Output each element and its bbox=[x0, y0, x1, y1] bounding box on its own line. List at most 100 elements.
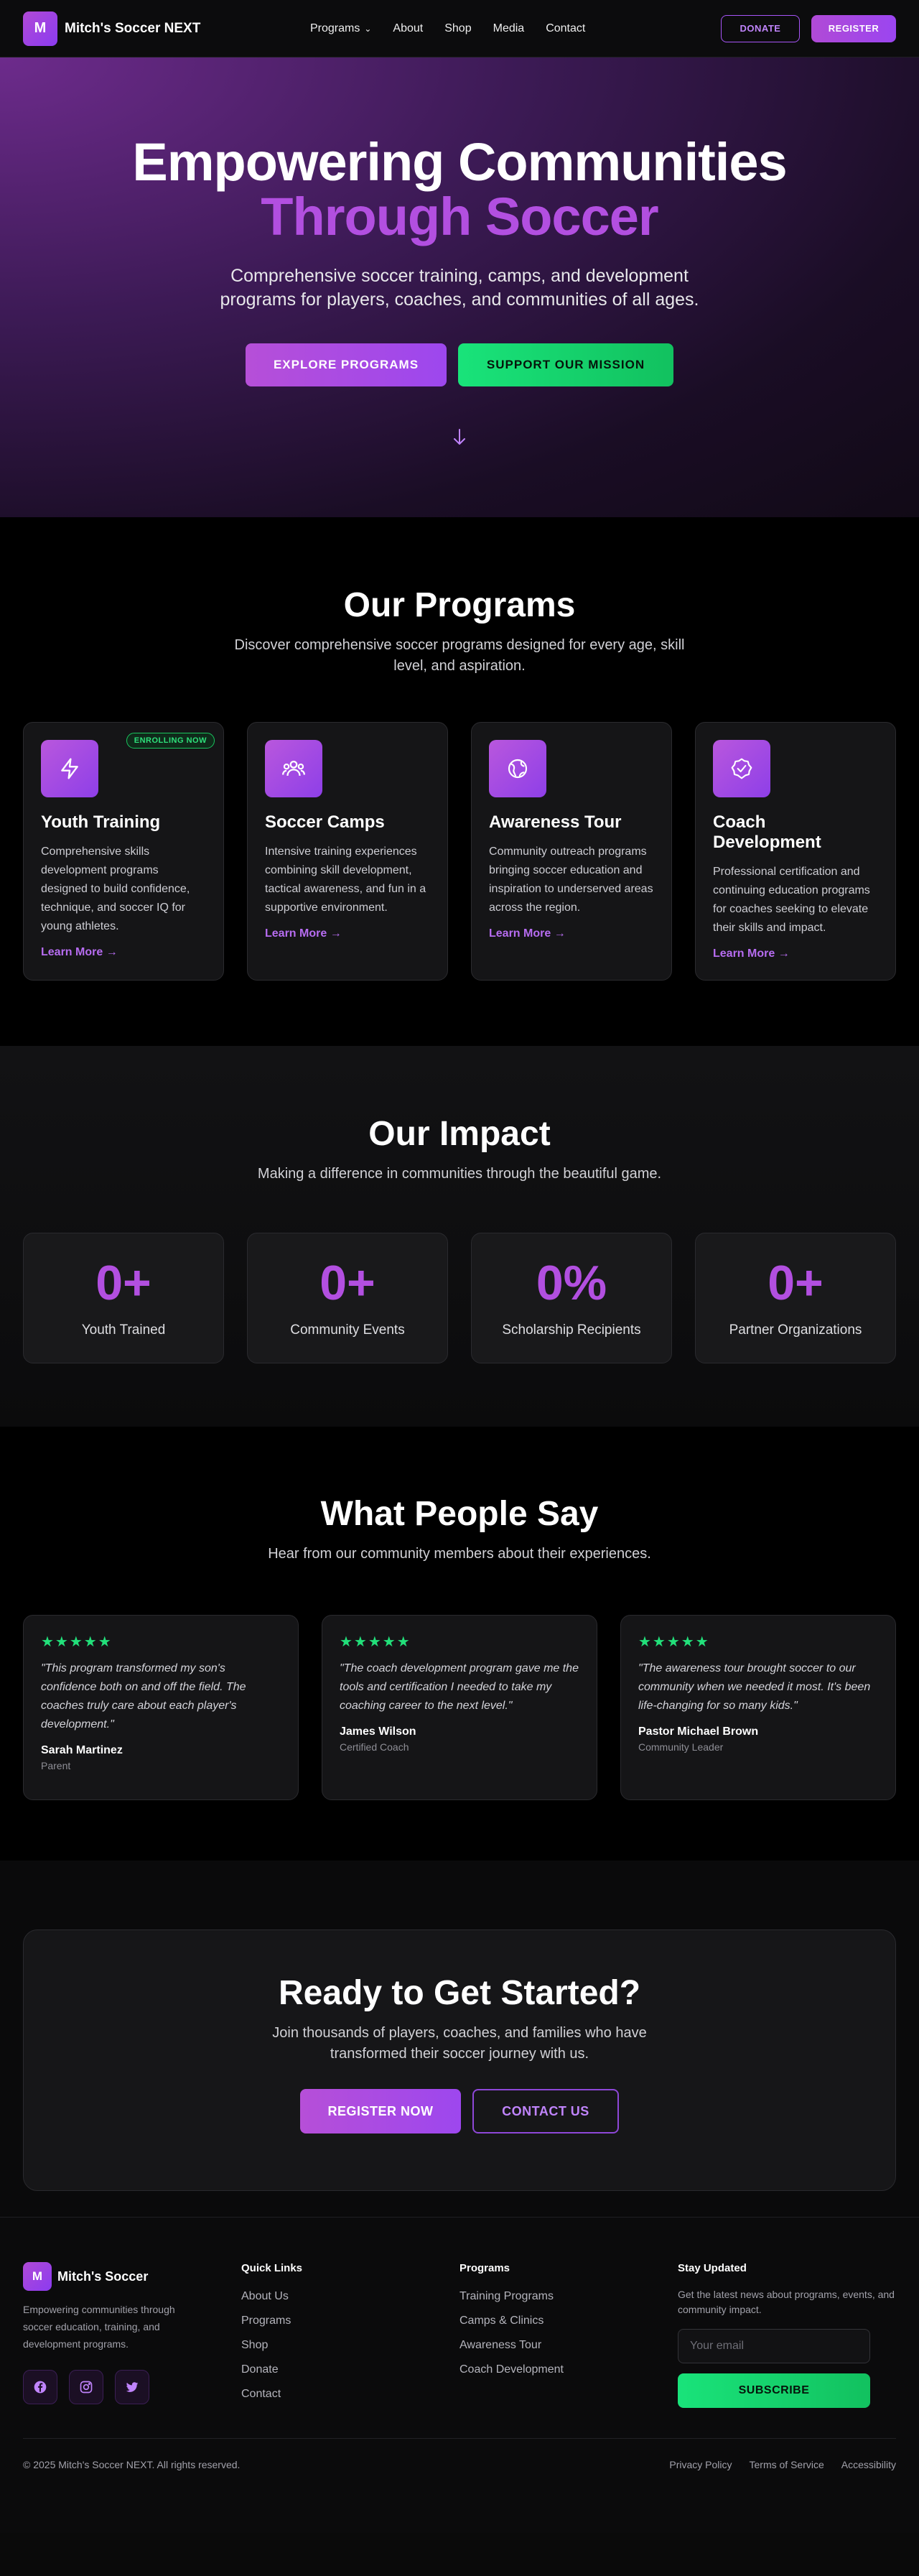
program-card-youth-training[interactable]: ENROLLING NOW Youth Training Comprehensi… bbox=[23, 722, 224, 981]
register-now-button[interactable]: REGISTER NOW bbox=[300, 2089, 461, 2133]
testimonial-card: ★★★★★ "The coach development program gav… bbox=[322, 1615, 597, 1800]
learn-more-link[interactable]: Learn More → bbox=[713, 948, 878, 960]
stat-value: 0+ bbox=[319, 1256, 375, 1310]
star-rating-icon: ★★★★★ bbox=[340, 1634, 411, 1650]
contact-us-button[interactable]: CONTACT US bbox=[472, 2089, 619, 2133]
copyright: © 2025 Mitch's Soccer NEXT. All rights r… bbox=[23, 2459, 241, 2470]
hero-title-line1: Empowering Communities bbox=[132, 132, 787, 192]
chevron-down-icon: ⌄ bbox=[364, 23, 372, 34]
testimonial-name: James Wilson bbox=[340, 1725, 416, 1738]
program-card-desc: Intensive training experiences combining… bbox=[265, 845, 426, 914]
stat-value: 0+ bbox=[95, 1256, 151, 1310]
program-card-soccer-camps[interactable]: Soccer Camps Intensive training experien… bbox=[247, 722, 448, 981]
newsletter-email-input[interactable]: Your email bbox=[678, 2329, 870, 2363]
learn-more-link[interactable]: Learn More → bbox=[489, 927, 654, 940]
privacy-policy-link[interactable]: Privacy Policy bbox=[669, 2459, 732, 2470]
footer: M Mitch's Soccer Empowering communities … bbox=[0, 2217, 919, 2533]
nav-links: Programs ⌄ About Shop Media Contact bbox=[310, 22, 585, 35]
stat-label: Scholarship Recipients bbox=[502, 1322, 641, 1338]
testimonial-role: Community Leader bbox=[638, 1741, 724, 1753]
programs-section: Our Programs Discover comprehensive socc… bbox=[0, 517, 919, 1046]
footer-newsletter: Stay Updated Get the latest news about p… bbox=[678, 2262, 896, 2412]
testimonial-cards: ★★★★★ "This program transformed my son's… bbox=[0, 1615, 919, 1800]
footer-brand[interactable]: M Mitch's Soccer bbox=[23, 2262, 241, 2291]
explore-programs-button[interactable]: EXPLORE PROGRAMS bbox=[246, 343, 447, 386]
cta-box: Ready to Get Started? Join thousands of … bbox=[23, 1929, 896, 2191]
twitter-icon[interactable] bbox=[115, 2370, 149, 2404]
learn-more-link[interactable]: Learn More → bbox=[41, 946, 206, 959]
footer-programs-list: Training Programs Camps & Clinics Awaren… bbox=[460, 2290, 678, 2376]
footer-description: Empowering communities through soccer ed… bbox=[23, 2304, 175, 2350]
footer-quick-links: Quick Links About Us Programs Shop Donat… bbox=[241, 2262, 460, 2412]
testimonial-name: Pastor Michael Brown bbox=[638, 1725, 759, 1738]
program-card-awareness-tour[interactable]: Awareness Tour Community outreach progra… bbox=[471, 722, 672, 981]
testimonial-quote: "The coach development program gave me t… bbox=[340, 1662, 579, 1712]
footer-programs-title: Programs bbox=[460, 2262, 510, 2274]
footer-link-camps-clinics[interactable]: Camps & Clinics bbox=[460, 2315, 678, 2327]
hero-buttons: EXPLORE PROGRAMS SUPPORT OUR MISSION bbox=[0, 343, 919, 386]
accessibility-link[interactable]: Accessibility bbox=[841, 2459, 896, 2470]
footer-bottom: © 2025 Mitch's Soccer NEXT. All rights r… bbox=[23, 2438, 896, 2470]
footer-link-awareness-tour[interactable]: Awareness Tour bbox=[460, 2339, 678, 2352]
footer-programs: Programs Training Programs Camps & Clini… bbox=[460, 2262, 678, 2412]
footer-brand-column: M Mitch's Soccer Empowering communities … bbox=[23, 2262, 241, 2412]
impact-title: Our Impact bbox=[368, 1115, 551, 1153]
star-rating-icon: ★★★★★ bbox=[41, 1634, 113, 1650]
footer-link-programs[interactable]: Programs bbox=[241, 2315, 460, 2327]
testimonial-role: Certified Coach bbox=[340, 1741, 409, 1753]
impact-subtitle: Making a difference in communities throu… bbox=[257, 1166, 662, 1182]
cta-section: Ready to Get Started? Join thousands of … bbox=[0, 1861, 919, 2217]
brand-logo-icon: M bbox=[23, 11, 57, 46]
register-button[interactable]: REGISTER bbox=[811, 14, 896, 42]
program-card-title: Coach Development bbox=[713, 812, 821, 852]
footer-quick-links-title: Quick Links bbox=[241, 2262, 303, 2274]
nav-link-programs-label: Programs bbox=[310, 22, 360, 34]
newsletter-title: Stay Updated bbox=[678, 2262, 747, 2274]
newsletter-desc: Get the latest news about programs, even… bbox=[678, 2289, 895, 2315]
terms-of-service-link[interactable]: Terms of Service bbox=[750, 2459, 824, 2470]
testimonial-card: ★★★★★ "This program transformed my son's… bbox=[23, 1615, 299, 1800]
footer-link-training-programs[interactable]: Training Programs bbox=[460, 2290, 678, 2303]
nav-link-contact[interactable]: Contact bbox=[546, 22, 585, 35]
brand-logo-link[interactable]: M Mitch's Soccer NEXT bbox=[23, 11, 200, 46]
testimonial-name: Sarah Martinez bbox=[41, 1744, 123, 1756]
facebook-icon[interactable] bbox=[23, 2370, 57, 2404]
footer-link-about-us[interactable]: About Us bbox=[241, 2290, 460, 2303]
program-card-desc: Professional certification and continuin… bbox=[713, 866, 870, 934]
donate-button[interactable]: DONATE bbox=[721, 14, 800, 42]
footer-columns: M Mitch's Soccer Empowering communities … bbox=[23, 2262, 896, 2412]
nav-link-media[interactable]: Media bbox=[493, 22, 525, 35]
testimonial-role: Parent bbox=[41, 1760, 71, 1771]
stat-card: 0+ Community Events bbox=[247, 1233, 448, 1363]
program-card-desc: Community outreach programs bringing soc… bbox=[489, 845, 653, 914]
subscribe-button[interactable]: SUBSCRIBE bbox=[678, 2373, 870, 2408]
stat-value: 0% bbox=[536, 1256, 607, 1310]
enrolling-now-badge: ENROLLING NOW bbox=[126, 733, 215, 749]
footer-link-coach-development[interactable]: Coach Development bbox=[460, 2363, 678, 2376]
footer-link-shop[interactable]: Shop bbox=[241, 2339, 460, 2352]
instagram-icon[interactable] bbox=[69, 2370, 103, 2404]
globe-icon bbox=[489, 740, 546, 797]
support-mission-button[interactable]: SUPPORT OUR MISSION bbox=[458, 343, 673, 386]
learn-more-link[interactable]: Learn More → bbox=[265, 927, 430, 940]
social-links bbox=[23, 2370, 241, 2404]
top-nav: M Mitch's Soccer NEXT Programs ⌄ About Sh… bbox=[0, 0, 919, 57]
programs-title: Our Programs bbox=[343, 586, 576, 624]
star-rating-icon: ★★★★★ bbox=[638, 1634, 710, 1650]
scroll-down-arrow-icon[interactable] bbox=[0, 428, 919, 452]
testimonial-quote: "This program transformed my son's confi… bbox=[41, 1662, 246, 1731]
testimonial-quote: "The awareness tour brought soccer to ou… bbox=[638, 1662, 871, 1712]
nav-link-about[interactable]: About bbox=[393, 22, 423, 35]
lightning-icon bbox=[41, 740, 98, 797]
program-card-title: Soccer Camps bbox=[265, 812, 385, 832]
testimonials-title: What People Say bbox=[320, 1495, 599, 1533]
footer-link-contact[interactable]: Contact bbox=[241, 2388, 460, 2401]
program-card-coach-development[interactable]: Coach Development Professional certifica… bbox=[695, 722, 896, 981]
footer-logo-icon: M bbox=[23, 2262, 52, 2291]
nav-link-programs[interactable]: Programs ⌄ bbox=[310, 22, 371, 35]
footer-quick-links-list: About Us Programs Shop Donate Contact bbox=[241, 2290, 460, 2401]
impact-section: Our Impact Making a difference in commun… bbox=[0, 1046, 919, 1427]
nav-link-shop[interactable]: Shop bbox=[444, 22, 471, 35]
footer-link-donate[interactable]: Donate bbox=[241, 2363, 460, 2376]
programs-subtitle: Discover comprehensive soccer programs d… bbox=[234, 637, 685, 674]
